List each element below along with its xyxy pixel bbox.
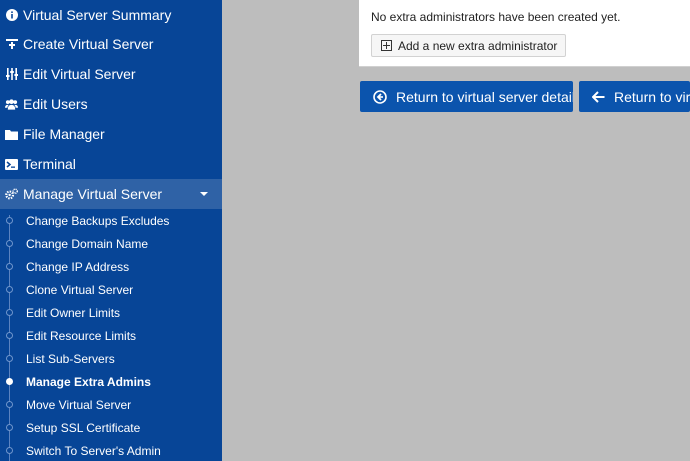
subnav-label: List Sub-Servers [26,351,115,366]
nav-virtual-server-summary[interactable]: Virtual Server Summary [0,0,222,30]
bullet-icon [6,217,13,224]
plus-square-icon [381,40,392,51]
subnav-label: Switch To Server's Admin [26,443,161,458]
bullet-icon [6,240,13,247]
nav-label: Edit Users [23,96,88,112]
users-icon [5,98,18,111]
subnav-label: Change Backups Excludes [26,213,170,228]
subnav-label: Edit Resource Limits [26,328,137,343]
nav-label: Terminal [23,156,76,172]
return-to-virtual-label: Return to virtual [614,88,690,105]
sidebar: Virtual Server Summary Create Virtual Se… [0,0,222,461]
subnav-label: Change IP Address [26,259,130,274]
nav-label: Virtual Server Summary [23,7,172,23]
bullet-icon [6,424,13,431]
bullet-icon [6,263,13,270]
bullet-icon [6,286,13,293]
info-circle-icon [5,9,18,22]
circle-arrow-left-icon [373,89,387,104]
subnav-change-ip-address[interactable]: Change IP Address [0,255,222,278]
caret-down-icon [200,192,208,196]
nav-label: Create Virtual Server [23,36,154,52]
nav-label: File Manager [23,126,105,142]
bullet-icon [6,447,13,454]
extra-admins-panel: No extra administrators have been create… [359,0,690,67]
subnav-clone-virtual-server[interactable]: Clone Virtual Server [0,278,222,301]
subnav-label: Setup SSL Certificate [26,420,141,435]
cogs-icon [5,188,18,201]
bullet-icon [6,378,13,385]
nav-edit-users[interactable]: Edit Users [0,89,222,119]
bullet-icon [6,401,13,408]
nav-manage-virtual-server[interactable]: Manage Virtual Server [0,179,222,209]
create-server-icon [5,38,18,51]
subnav-list-sub-servers[interactable]: List Sub-Servers [0,347,222,370]
subnav-move-virtual-server[interactable]: Move Virtual Server [0,393,222,416]
subnav-label: Change Domain Name [26,236,149,251]
subnav-label: Clone Virtual Server [26,282,134,297]
nav-label: Edit Virtual Server [23,66,136,82]
subnav-change-domain-name[interactable]: Change Domain Name [0,232,222,255]
nav-edit-virtual-server[interactable]: Edit Virtual Server [0,59,222,89]
bullet-icon [6,355,13,362]
return-to-details-button[interactable]: Return to virtual server details [360,81,573,112]
sliders-icon [5,68,18,81]
subnav-setup-ssl-certificate[interactable]: Setup SSL Certificate [0,416,222,439]
bullet-icon [6,332,13,339]
subnav-switch-to-servers-admin[interactable]: Switch To Server's Admin [0,439,222,461]
add-extra-admin-label: Add a new extra administrator [398,38,558,53]
nav-file-manager[interactable]: File Manager [0,119,222,149]
return-to-details-label: Return to virtual server details [396,88,573,105]
folder-icon [5,128,18,141]
subnav-edit-owner-limits[interactable]: Edit Owner Limits [0,301,222,324]
arrow-left-icon [592,90,605,103]
bullet-icon [6,309,13,316]
subnav-label: Move Virtual Server [26,397,132,412]
add-extra-admin-button[interactable]: Add a new extra administrator [371,34,567,57]
nav-terminal[interactable]: Terminal [0,149,222,179]
return-to-virtual-button[interactable]: Return to virtual [579,81,690,112]
subnav-change-backups-excludes[interactable]: Change Backups Excludes [0,209,222,232]
empty-message: No extra administrators have been create… [371,10,621,24]
subnav-manage-extra-admins[interactable]: Manage Extra Admins [0,370,222,393]
nav-create-virtual-server[interactable]: Create Virtual Server [0,29,222,59]
subnav-label: Edit Owner Limits [26,305,121,320]
terminal-icon [5,158,18,171]
subnav-label: Manage Extra Admins [26,374,151,389]
nav-label: Manage Virtual Server [23,186,163,202]
subnav-edit-resource-limits[interactable]: Edit Resource Limits [0,324,222,347]
